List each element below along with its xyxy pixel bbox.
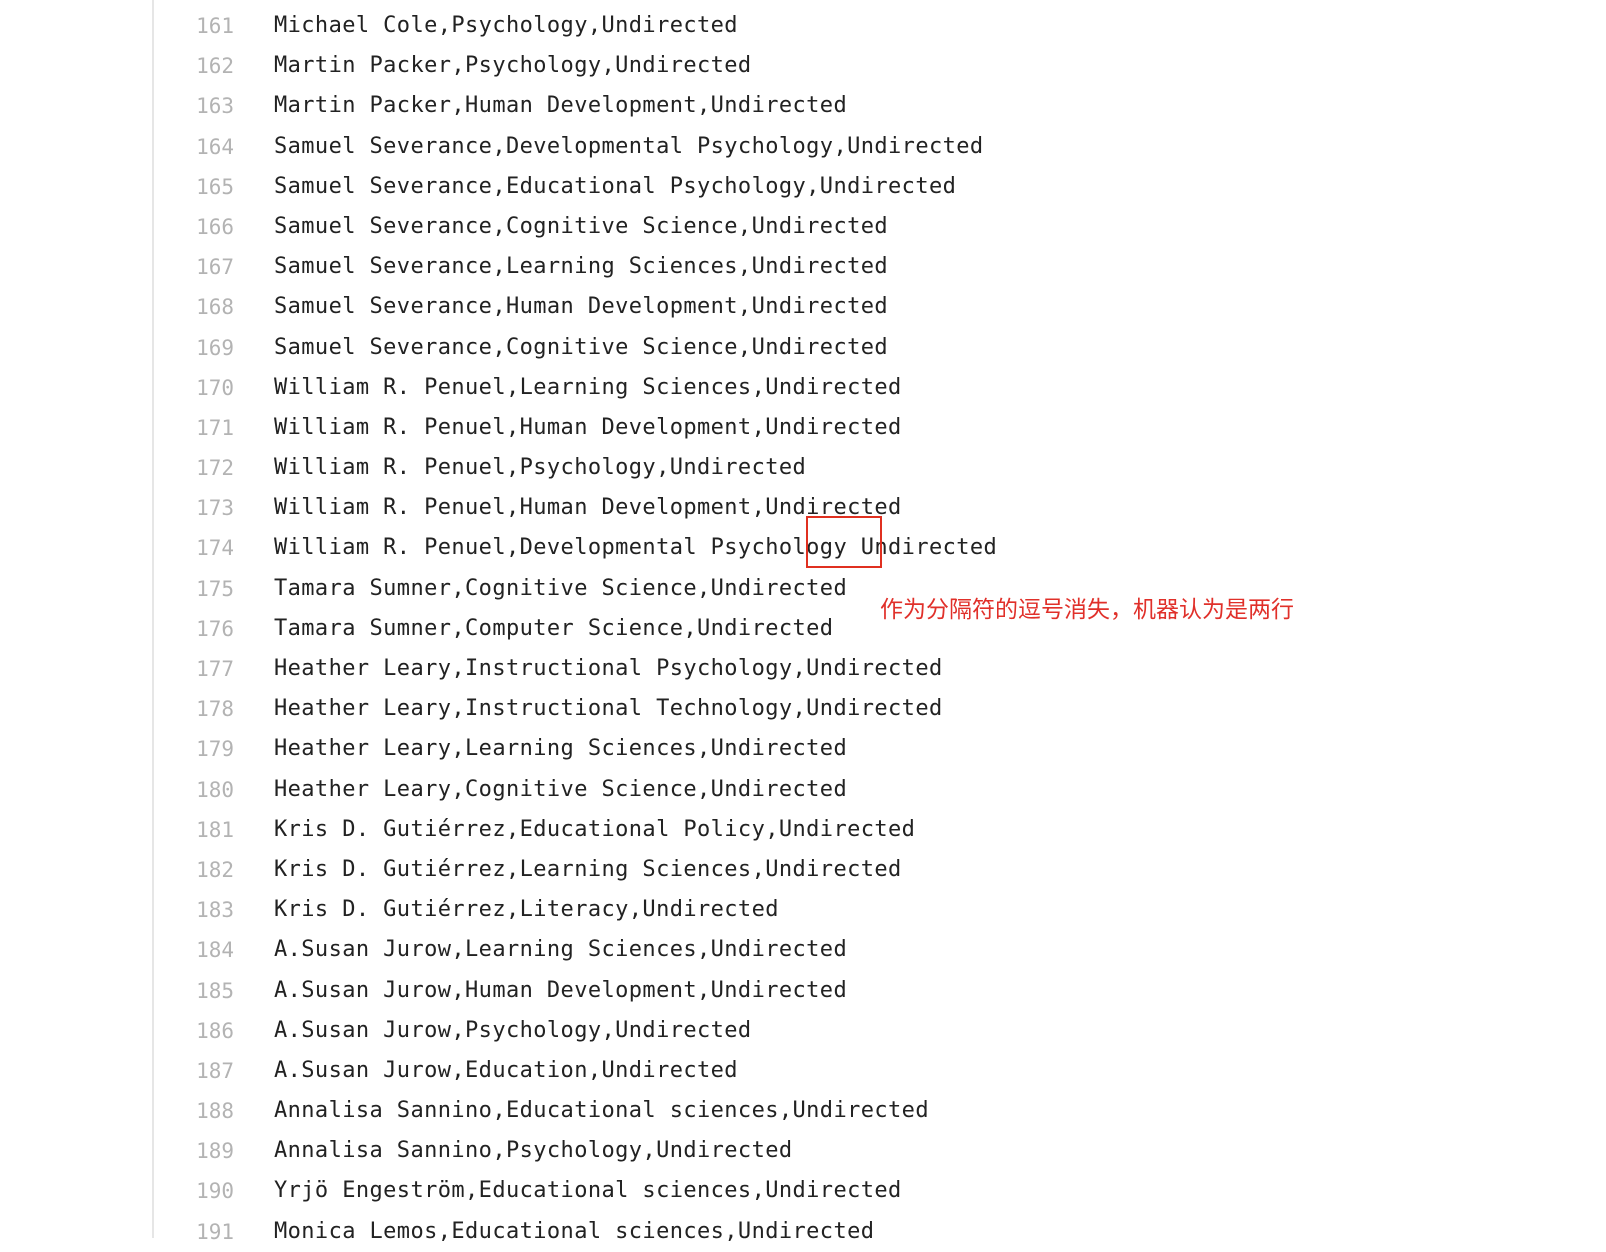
line-number[interactable]: 168 — [154, 287, 234, 327]
line-number[interactable]: 166 — [154, 207, 234, 247]
code-line: 180 Heather Leary,Cognitive Science,Undir… — [0, 770, 1606, 810]
code-line: 169 Samuel Severance,Cognitive Science,Un… — [0, 328, 1606, 368]
line-number[interactable]: 177 — [154, 649, 234, 689]
line-text: Samuel Severance,Cognitive Science,Undir… — [274, 213, 889, 239]
line-text: A.Susan Jurow,Education,Undirected — [274, 1057, 738, 1083]
code-line: 189 Annalisa Sannino,Psychology,Undirecte… — [0, 1131, 1606, 1171]
line-text: Kris D. Gutiérrez,Educational Policy,Und… — [274, 816, 916, 842]
code-line: 168 Samuel Severance,Human Development,Un… — [0, 287, 1606, 327]
line-number[interactable]: 173 — [154, 488, 234, 528]
line-text: Heather Leary,Instructional Technology,U… — [274, 696, 943, 722]
line-text: Samuel Severance,Cognitive Science,Undir… — [274, 334, 889, 360]
code-line: 183 Kris D. Gutiérrez,Literacy,Undirected — [0, 890, 1606, 930]
code-line: 171 William R. Penuel,Human Development,U… — [0, 408, 1606, 448]
code-line: 174 William R. Penuel,Developmental Psych… — [0, 528, 1606, 568]
code-line: 186 A.Susan Jurow,Psychology,Undirected — [0, 1011, 1606, 1051]
code-line: 173 William R. Penuel,Human Development,U… — [0, 488, 1606, 528]
code-line: 170 William R. Penuel,Learning Sciences,U… — [0, 368, 1606, 408]
line-number[interactable]: 170 — [154, 368, 234, 408]
line-text: Samuel Severance,Learning Sciences,Undir… — [274, 254, 889, 280]
line-number[interactable]: 191 — [154, 1212, 234, 1252]
line-text: A.Susan Jurow,Learning Sciences,Undirect… — [274, 937, 848, 963]
line-number[interactable]: 186 — [154, 1011, 234, 1051]
line-text: Michael Cole,Psychology,Undirected — [274, 13, 738, 38]
line-text: Samuel Severance,Educational Psychology,… — [274, 173, 957, 199]
line-text: Samuel Severance,Developmental Psycholog… — [274, 133, 984, 159]
line-number[interactable]: 178 — [154, 689, 234, 729]
line-number[interactable]: 161 — [154, 6, 234, 46]
line-text: William R. Penuel,Developmental Psycholo… — [274, 535, 998, 561]
code-line: 182 Kris D. Gutiérrez,Learning Sciences,U… — [0, 850, 1606, 890]
code-line: 162 Martin Packer,Psychology,Undirected — [0, 46, 1606, 86]
line-number[interactable]: 175 — [154, 569, 234, 609]
line-number[interactable]: 164 — [154, 127, 234, 167]
line-number[interactable]: 182 — [154, 850, 234, 890]
line-text: Heather Leary,Instructional Psychology,U… — [274, 656, 943, 681]
code-line: 165 Samuel Severance,Educational Psycholo… — [0, 167, 1606, 207]
line-text: Heather Leary,Learning Sciences,Undirect… — [274, 736, 848, 762]
code-line: 187 A.Susan Jurow,Education,Undirected — [0, 1051, 1606, 1091]
code-line: 185 A.Susan Jurow,Human Development,Undir… — [0, 971, 1606, 1011]
line-number[interactable]: 190 — [154, 1171, 234, 1211]
code-line: 166 Samuel Severance,Cognitive Science,Un… — [0, 207, 1606, 247]
code-line: 178 Heather Leary,Instructional Technolog… — [0, 689, 1606, 729]
line-number[interactable]: 180 — [154, 770, 234, 810]
line-number[interactable]: 184 — [154, 930, 234, 970]
code-line: 163 Martin Packer,Human Development,Undir… — [0, 86, 1606, 126]
code-line: 161 Michael Cole,Psychology,Undirected — [0, 6, 1606, 46]
code-line: 164 Samuel Severance,Developmental Psycho… — [0, 127, 1606, 167]
line-text: Annalisa Sannino,Educational sciences,Un… — [274, 1098, 929, 1124]
line-text: Heather Leary,Cognitive Science,Undirect… — [274, 776, 848, 802]
line-text: William R. Penuel,Psychology,Undirected — [274, 455, 807, 481]
line-number[interactable]: 162 — [154, 46, 234, 86]
line-text: A.Susan Jurow,Human Development,Undirect… — [274, 977, 848, 1003]
code-line: 175 Tamara Sumner,Cognitive Science,Undir… — [0, 569, 1606, 609]
line-number[interactable]: 181 — [154, 810, 234, 850]
line-text: Monica Lemos,Educational sciences,Undire… — [274, 1218, 875, 1244]
line-text: Tamara Sumner,Computer Science,Undirecte… — [274, 615, 834, 641]
code-line: 172 William R. Penuel,Psychology,Undirect… — [0, 448, 1606, 488]
line-number[interactable]: 179 — [154, 729, 234, 769]
code-line: 181 Kris D. Gutiérrez,Educational Policy,… — [0, 810, 1606, 850]
line-number[interactable]: 176 — [154, 609, 234, 649]
line-number[interactable]: 163 — [154, 86, 234, 126]
line-number[interactable]: 174 — [154, 528, 234, 568]
line-text: Samuel Severance,Human Development,Undir… — [274, 294, 889, 320]
highlight-box-missing-comma — [806, 516, 882, 568]
line-text: Kris D. Gutiérrez,Learning Sciences,Undi… — [274, 856, 902, 882]
code-line: 176 Tamara Sumner,Computer Science,Undire… — [0, 609, 1606, 649]
line-text: A.Susan Jurow,Psychology,Undirected — [274, 1017, 752, 1043]
line-number[interactable]: 187 — [154, 1051, 234, 1091]
code-line: 188 Annalisa Sannino,Educational sciences… — [0, 1091, 1606, 1131]
line-text: Martin Packer,Psychology,Undirected — [274, 53, 752, 79]
code-line: 177 Heather Leary,Instructional Psycholog… — [0, 649, 1606, 689]
code-line: 191 Monica Lemos,Educational sciences,Und… — [0, 1212, 1606, 1252]
line-text: William R. Penuel,Learning Sciences,Undi… — [274, 374, 902, 400]
line-text: Yrjö Engeström,Educational sciences,Undi… — [274, 1178, 902, 1204]
line-text: Annalisa Sannino,Psychology,Undirected — [274, 1138, 793, 1164]
code-line: 167 Samuel Severance,Learning Sciences,Un… — [0, 247, 1606, 287]
code-lines: 161 Michael Cole,Psychology,Undirected 162… — [0, 6, 1606, 1252]
line-text: Tamara Sumner,Cognitive Science,Undirect… — [274, 575, 848, 601]
line-number[interactable]: 169 — [154, 328, 234, 368]
line-number[interactable]: 167 — [154, 247, 234, 287]
line-text: William R. Penuel,Human Development,Undi… — [274, 414, 902, 440]
line-number[interactable]: 185 — [154, 971, 234, 1011]
line-number[interactable]: 189 — [154, 1131, 234, 1171]
line-number[interactable]: 171 — [154, 408, 234, 448]
line-number[interactable]: 165 — [154, 167, 234, 207]
line-number[interactable]: 188 — [154, 1091, 234, 1131]
annotation-note: 作为分隔符的逗号消失，机器认为是两行 — [880, 597, 1294, 623]
code-viewer: 161 Michael Cole,Psychology,Undirected 162… — [0, 0, 1606, 1244]
line-number[interactable]: 172 — [154, 448, 234, 488]
code-line: 190 Yrjö Engeström,Educational sciences,U… — [0, 1171, 1606, 1211]
line-text: Kris D. Gutiérrez,Literacy,Undirected — [274, 897, 779, 923]
line-text: Martin Packer,Human Development,Undirect… — [274, 93, 848, 119]
line-number[interactable]: 183 — [154, 890, 234, 930]
code-line: 184 A.Susan Jurow,Learning Sciences,Undir… — [0, 930, 1606, 970]
code-line: 179 Heather Leary,Learning Sciences,Undir… — [0, 729, 1606, 769]
